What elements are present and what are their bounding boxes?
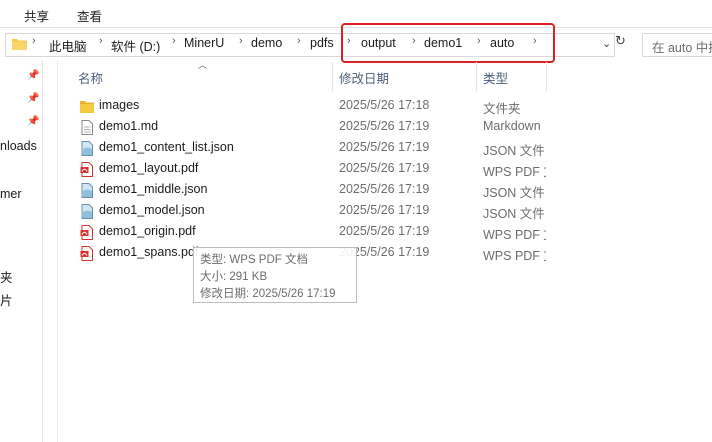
file-date: 2025/5/26 17:19 xyxy=(339,161,430,175)
column-header-date[interactable]: 修改日期 xyxy=(339,68,389,87)
json-icon xyxy=(81,141,93,156)
file-row-demo1-layout-pdf[interactable]: demo1_layout.pdf 2025/5/26 17:19 WPS PDF… xyxy=(78,159,548,180)
file-date: 2025/5/26 17:19 xyxy=(339,203,430,217)
file-row-demo1-origin-pdf[interactable]: demo1_origin.pdf 2025/5/26 17:19 WPS PDF… xyxy=(78,222,548,243)
nav-item-mer[interactable]: mer xyxy=(0,187,22,201)
file-name: demo1.md xyxy=(99,119,159,133)
nav-item-folder[interactable]: 夹 xyxy=(0,267,13,286)
file-tooltip: 类型: WPS PDF 文档 大小: 291 KB 修改日期: 2025/5/2… xyxy=(193,247,357,303)
breadcrumb-drive-d[interactable]: 软件 (D:) xyxy=(111,36,160,55)
file-row-demo1-model-json[interactable]: demo1_model.json 2025/5/26 17:19 JSON 文件 xyxy=(78,201,548,222)
file-type: WPS PDF 文 xyxy=(483,165,546,179)
column-header-name[interactable]: 名称 xyxy=(78,68,103,87)
file-row-demo1-content-list-json[interactable]: demo1_content_list.json 2025/5/26 17:19 … xyxy=(78,138,548,159)
tooltip-type: 类型: WPS PDF 文档 xyxy=(200,254,308,266)
file-name: demo1_origin.pdf xyxy=(99,224,196,238)
file-type: JSON 文件 xyxy=(483,186,545,200)
column-divider[interactable] xyxy=(476,62,477,92)
file-type: JSON 文件 xyxy=(483,144,545,158)
chevron-right-icon[interactable]: › xyxy=(172,35,176,47)
search-placeholder: 在 auto 中搜 xyxy=(652,41,712,55)
file-type: WPS PDF 文 xyxy=(483,228,546,242)
tab-view[interactable]: 查看 xyxy=(77,6,102,25)
json-icon xyxy=(81,183,93,198)
column-header-type[interactable]: 类型 xyxy=(483,68,508,87)
nav-item-downloads[interactable]: nloads xyxy=(0,139,37,153)
file-date: 2025/5/26 17:19 xyxy=(339,182,430,196)
file-name: demo1_middle.json xyxy=(99,182,208,196)
search-input[interactable]: 在 auto 中搜 xyxy=(642,33,712,57)
annotation-highlight-box xyxy=(341,23,555,63)
navigation-pane: 📌 📌 📌 nloads mer 夹 片 xyxy=(0,60,43,442)
breadcrumb-mineru[interactable]: MinerU xyxy=(184,36,224,50)
file-type: WPS PDF 文 xyxy=(483,249,546,263)
file-date: 2025/5/26 17:19 xyxy=(339,140,430,154)
file-type: Markdown xyxy=(483,119,541,133)
file-name: demo1_model.json xyxy=(99,203,205,217)
folder-icon xyxy=(12,39,27,50)
chevron-right-icon: › xyxy=(32,35,36,47)
file-date: 2025/5/26 17:18 xyxy=(339,98,430,112)
file-name: demo1_layout.pdf xyxy=(99,161,199,175)
json-icon xyxy=(81,204,93,219)
folder-icon xyxy=(80,101,94,113)
file-icon xyxy=(81,120,93,135)
breadcrumb-demo[interactable]: demo xyxy=(251,36,282,50)
file-row-demo1-md[interactable]: demo1.md 2025/5/26 17:19 Markdown xyxy=(78,117,548,138)
chevron-right-icon[interactable]: › xyxy=(297,35,301,47)
chevron-right-icon[interactable]: › xyxy=(99,35,103,47)
tooltip-modified: 修改日期: 2025/5/26 17:19 xyxy=(200,288,336,300)
pdf-icon xyxy=(80,225,93,240)
chevron-down-icon[interactable]: ⌄ xyxy=(602,37,611,50)
column-divider[interactable] xyxy=(332,62,333,92)
file-name: images xyxy=(99,98,140,112)
file-row-demo1-middle-json[interactable]: demo1_middle.json 2025/5/26 17:19 JSON 文… xyxy=(78,180,548,201)
pin-icon[interactable]: 📌 xyxy=(27,93,39,104)
sort-ascending-icon: ︿ xyxy=(198,60,208,70)
chevron-right-icon[interactable]: › xyxy=(239,35,243,47)
pdf-icon xyxy=(80,162,93,177)
file-date: 2025/5/26 17:19 xyxy=(339,224,430,238)
pin-icon[interactable]: 📌 xyxy=(27,116,39,127)
pane-divider xyxy=(57,60,58,442)
column-divider[interactable] xyxy=(546,62,547,92)
pin-icon[interactable]: 📌 xyxy=(27,70,39,81)
file-type: 文件夹 xyxy=(483,102,521,116)
nav-item-pictures[interactable]: 片 xyxy=(0,290,13,309)
tab-share[interactable]: 共享 xyxy=(24,6,49,25)
pdf-icon xyxy=(80,246,93,261)
file-row-images[interactable]: images 2025/5/26 17:18 文件夹 xyxy=(78,96,548,117)
file-name: demo1_spans.pdf xyxy=(99,245,199,259)
file-name: demo1_content_list.json xyxy=(99,140,234,154)
refresh-icon[interactable]: ↻ xyxy=(615,33,627,55)
tooltip-size: 大小: 291 KB xyxy=(200,271,268,283)
file-date: 2025/5/26 17:19 xyxy=(339,119,430,133)
breadcrumb-this-pc[interactable]: 此电脑 xyxy=(49,36,87,55)
breadcrumb-pdfs[interactable]: pdfs xyxy=(310,36,334,50)
file-type: JSON 文件 xyxy=(483,207,545,221)
